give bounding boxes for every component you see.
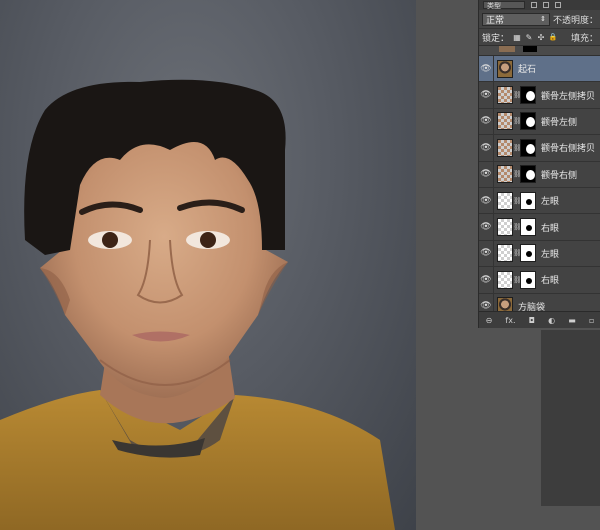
layer-thumbnail [497,218,513,237]
layer-name: 起石 [518,65,537,76]
layer-thumbnail [497,138,513,157]
visibility-eye-icon[interactable]: 👁 [479,116,493,126]
layer-row[interactable]: 👁 ⛓ 左眼 [479,240,600,268]
mask-link-icon[interactable]: ⛓ [513,249,522,257]
layer-row[interactable]: 👁 ⛓ 颧骨左侧 [479,108,600,136]
layer-name: 颧骨右侧 [541,170,578,181]
lock-all-icon[interactable]: 🔒 [549,33,558,41]
canvas-gutter [416,0,478,530]
blend-row: 正常 ⇕ 不透明度： [479,10,600,29]
mask-link-icon[interactable]: ⛓ [513,276,522,284]
lock-row: 锁定： ▦ ✎ ✣ 🔒 填充： [479,29,600,46]
layer-mask-thumbnail[interactable] [520,86,536,105]
visibility-eye-icon[interactable]: 👁 [479,90,493,100]
mask-link-icon[interactable]: ⛓ [513,144,522,152]
lock-paint-icon[interactable]: ✎ [525,33,533,42]
fx-icon[interactable]: fx. [505,316,515,325]
lock-label: 锁定： [482,33,510,44]
layer-thumbnail [497,244,513,263]
mask-link-icon[interactable]: ⛓ [513,117,522,125]
fill-label: 填充： [570,33,598,44]
layer-mask-thumbnail[interactable] [520,165,536,184]
layer-mask-thumbnail[interactable] [520,138,536,157]
layers-panel: 类型 正常 ⇕ 不透明度： 锁定： ▦ ✎ ✣ 🔒 填充： 👁 起石 👁 ⛓ 颧… [478,0,600,328]
layer-name: 颧骨右侧拷贝 [541,144,596,155]
layer-name: 左眼 [541,249,560,260]
layer-thumbnail [497,270,513,289]
layer-thumbnail [497,112,513,131]
filter-shape-icon[interactable] [555,2,561,8]
layer-mask-thumbnail[interactable] [520,244,536,263]
panel-scrollbar[interactable] [541,330,600,506]
layer-thumbnail [497,191,513,210]
layer-name: 颧骨左侧 [541,117,578,128]
adjustment-icon[interactable]: ◐ [548,316,555,325]
mask-icon[interactable]: ◘ [529,316,535,325]
visibility-eye-icon[interactable]: 👁 [479,169,493,179]
visibility-eye-icon[interactable]: 👁 [479,143,493,153]
dropdown-icon: ⇕ [540,15,546,23]
filter-text-icon[interactable] [543,2,549,8]
layer-row[interactable]: 👁 ⛓ 颧骨右侧拷贝 [479,134,600,162]
new-layer-icon[interactable]: ▫ [589,316,594,325]
visibility-eye-icon[interactable]: 👁 [479,222,493,232]
filter-pixel-icon[interactable] [531,2,537,8]
visibility-eye-icon[interactable]: 👁 [479,275,493,285]
opacity-label: 不透明度： [552,15,598,26]
layer-name: 右眼 [541,276,560,287]
layer-mask-thumbnail[interactable] [520,191,536,210]
blend-mode-value: 正常 [486,15,505,26]
layer-thumbnail [497,165,513,184]
portrait-image [0,79,395,530]
layer-name: 颧骨左侧拷贝 [541,91,596,102]
visibility-eye-icon[interactable]: 👁 [479,301,493,311]
layer-thumbnail [497,59,513,78]
mask-link-icon[interactable]: ⛓ [513,197,522,205]
layer-mask-thumbnail[interactable] [520,218,536,237]
layer-mask-thumbnail[interactable] [520,270,536,289]
lock-move-icon[interactable]: ✣ [537,33,545,42]
kind-filter-select[interactable]: 类型 [483,1,525,10]
layer-list: 👁 起石 👁 ⛓ 颧骨左侧拷贝 👁 ⛓ 颧骨左侧 👁 ⛓ 颧骨右侧拷贝 👁 ⛓ … [479,55,600,320]
layer-name: 左眼 [541,197,560,208]
layer-mask-thumbnail[interactable] [520,112,536,131]
layer-name: 右眼 [541,223,560,234]
layers-filter-bar: 类型 [479,0,600,10]
layers-bottom-toolbar: ⊖ fx. ◘ ◐ ▬ ▫ [479,311,600,328]
blend-mode-select[interactable]: 正常 ⇕ [482,12,550,26]
lock-pixels-icon[interactable]: ▦ [513,33,521,42]
link-icon[interactable]: ⊖ [486,316,493,325]
layer-row[interactable]: 👁 ⛓ 颧骨左侧拷贝 [479,82,600,109]
visibility-eye-icon[interactable]: 👁 [479,196,493,206]
mask-link-icon[interactable]: ⛓ [513,223,522,231]
layer-row[interactable]: 👁 ⛓ 颧骨右侧 [479,161,600,188]
layer-row[interactable]: 👁 起石 [479,55,600,83]
layer-thumbnail [497,86,513,105]
visibility-eye-icon[interactable]: 👁 [479,64,493,74]
folder-icon[interactable]: ▬ [568,316,576,325]
document-canvas[interactable] [0,0,416,530]
layer-row-partial[interactable] [479,46,600,56]
layer-row[interactable]: 👁 ⛓ 右眼 [479,266,600,294]
layer-row[interactable]: 👁 ⛓ 左眼 [479,187,600,215]
mask-link-icon[interactable]: ⛓ [513,91,522,99]
mask-link-icon[interactable]: ⛓ [513,170,522,178]
layer-row[interactable]: 👁 ⛓ 右眼 [479,214,600,241]
visibility-eye-icon[interactable]: 👁 [479,248,493,258]
